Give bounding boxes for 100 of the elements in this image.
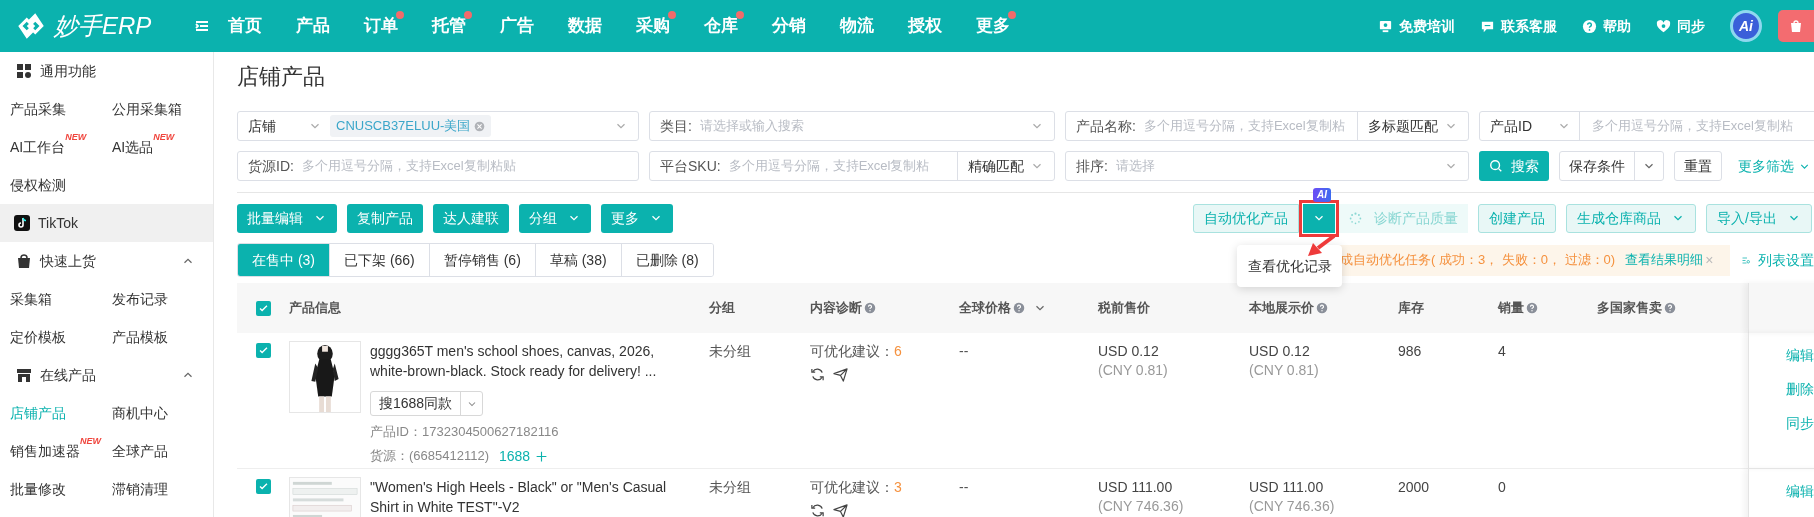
filter-field[interactable]: 产品ID 多个用逗号分隔，支持Excel复制粘 <box>1479 111 1814 141</box>
sidebar-item[interactable]: 侵权检测 <box>10 174 66 196</box>
nav-item[interactable]: 物流 <box>840 13 874 39</box>
toolbar-button[interactable]: 达人建联 <box>433 203 509 233</box>
filter-field[interactable]: 排序: 请选择 <box>1065 151 1469 181</box>
nav-item[interactable]: 首页 <box>228 13 262 39</box>
match-mode-select[interactable]: 多标题匹配 <box>1357 112 1468 140</box>
sidebar-item[interactable]: 产品采集 <box>10 98 66 120</box>
section-title: 通用功能 <box>40 61 96 81</box>
filter-field[interactable]: 平台SKU: 多个用逗号分隔，支持Excel复制粘 精确匹配 <box>649 151 1055 181</box>
action-link[interactable]: 删除 <box>1786 379 1814 400</box>
text-input[interactable]: 请选择 <box>1115 156 1444 176</box>
sidebar-item[interactable]: AI工作台 <box>10 136 66 158</box>
nav-item[interactable]: 订单 <box>364 13 398 39</box>
nav-item[interactable]: 数据 <box>568 13 602 39</box>
grid-icon <box>16 63 32 79</box>
send-icon[interactable] <box>833 367 848 382</box>
platform-item[interactable]: TikTok <box>0 204 213 242</box>
header-link[interactable]: 帮助 <box>1582 15 1631 37</box>
action-link[interactable]: 编辑 <box>1786 345 1814 366</box>
send-icon[interactable] <box>833 503 848 517</box>
nav-item[interactable]: 采购 <box>636 13 670 39</box>
header-link[interactable]: 免费培训 <box>1378 15 1455 37</box>
sidebar-item[interactable]: 销售加速器 <box>10 440 80 462</box>
sidebar-item[interactable]: AI选品 <box>112 136 154 158</box>
store-tag[interactable]: CNUSCB37ELUU-美国 <box>330 115 492 137</box>
status-tab[interactable]: 在售中 (3) <box>238 244 330 276</box>
text-input[interactable]: 多个用逗号分隔，支持Excel复制粘 <box>728 156 957 176</box>
nav-item[interactable]: 托管 <box>432 13 466 39</box>
help-icon[interactable] <box>1664 302 1676 314</box>
sidebar-item[interactable]: 采集箱 <box>10 288 52 310</box>
field-label: 产品名称: <box>1075 116 1137 136</box>
nav-item[interactable]: 广告 <box>500 13 534 39</box>
action-link[interactable]: 同步 <box>1786 413 1814 434</box>
refresh-icon[interactable] <box>810 503 825 517</box>
text-input[interactable]: 多个用逗号分隔，支持Excel复制粘 <box>1580 116 1814 136</box>
auto-optimize-button[interactable]: 自动优化产品 <box>1193 203 1300 233</box>
nav-item[interactable]: 更多 <box>976 13 1010 39</box>
view-results-link[interactable]: 查看结果明细 <box>1625 250 1704 270</box>
toolbar-button[interactable]: 复制产品 <box>347 203 423 233</box>
column-header: 全球价格 <box>959 299 1011 318</box>
list-settings-link[interactable]: 列表设置 <box>1742 249 1814 271</box>
source-link[interactable]: 1688 <box>499 445 549 467</box>
help-icon[interactable] <box>864 302 876 314</box>
text-input[interactable]: 请选择或输入搜索 <box>699 116 1030 136</box>
sidebar-item[interactable]: 产品模板 <box>112 326 168 348</box>
menu-item[interactable]: 查看优化记录 <box>1247 255 1332 277</box>
sidebar-item[interactable]: 店铺产品 <box>10 402 66 424</box>
sidebar-item[interactable]: 批量修改 <box>10 478 66 500</box>
shop-button[interactable] <box>1778 10 1814 42</box>
help-icon[interactable] <box>1526 302 1538 314</box>
toolbar-button[interactable]: 分组 <box>519 203 591 233</box>
column-header: 本地展示价 <box>1249 299 1314 318</box>
checkbox[interactable] <box>256 479 271 494</box>
close-button[interactable]: × <box>1705 249 1714 271</box>
header-link[interactable]: 同步 <box>1656 15 1705 37</box>
ai-button[interactable]: Ai <box>1730 10 1762 42</box>
more-filters-link[interactable]: 更多筛选 <box>1738 151 1811 181</box>
check-icon <box>258 302 269 314</box>
help-icon[interactable] <box>1316 302 1328 314</box>
nav-item[interactable]: 授权 <box>908 13 942 39</box>
header-link[interactable]: 联系客服 <box>1480 15 1557 37</box>
store-select[interactable]: 店铺 <box>238 115 330 137</box>
id-type-select[interactable]: 产品ID <box>1480 112 1580 140</box>
clear-icon[interactable] <box>474 120 486 132</box>
match-mode-select[interactable]: 精确匹配 <box>957 152 1054 180</box>
diagnose-button[interactable]: 诊断产品质量 <box>1339 203 1469 233</box>
product-title: "Women's High Heels - Black" or "Men's Casual Shirt in White TEST"-V2 <box>370 478 668 517</box>
refresh-icon[interactable] <box>810 367 825 382</box>
nav-item[interactable]: 分销 <box>772 13 806 39</box>
filter-field[interactable]: 店铺 CNUSCB37ELUU-美国 <box>237 111 639 141</box>
checkbox[interactable] <box>256 300 271 316</box>
toolbar-button[interactable]: 生成仓库商品 <box>1566 203 1697 233</box>
sidebar-item[interactable]: 定价模板 <box>10 326 66 348</box>
help-icon[interactable] <box>1013 302 1025 314</box>
nav-item[interactable]: 仓库 <box>704 13 738 39</box>
menu-icon[interactable] <box>194 18 210 34</box>
sidebar-item[interactable]: 公用采集箱 <box>112 98 182 120</box>
toolbar-button[interactable]: 导入/导出 <box>1706 203 1812 233</box>
text-input[interactable]: 多个用逗号分隔，支持Excel复制粘 <box>1143 116 1357 136</box>
reset-button[interactable]: 重置 <box>1674 151 1722 181</box>
toolbar-button[interactable]: 创建产品 <box>1478 203 1557 233</box>
toolbar-button[interactable]: 更多 <box>601 203 673 233</box>
sidebar-item[interactable]: 全球产品 <box>112 440 168 462</box>
sidebar-item[interactable]: 商机中心 <box>112 402 168 424</box>
toolbar-button[interactable]: 批量编辑 <box>237 203 337 233</box>
search-button[interactable]: 搜索 <box>1479 151 1549 181</box>
filter-field[interactable]: 类目: 请选择或输入搜索 <box>649 111 1055 141</box>
checkbox[interactable] <box>256 343 271 358</box>
column-header: 库存 <box>1398 299 1424 318</box>
text-input[interactable]: 多个用逗号分隔，支持Excel复制粘贴 <box>301 156 638 176</box>
nav-item[interactable]: 产品 <box>296 13 330 39</box>
filter-field[interactable]: 产品名称: 多个用逗号分隔，支持Excel复制粘 多标题匹配 <box>1065 111 1469 141</box>
stock-value: 2000 <box>1398 478 1431 497</box>
sidebar-item[interactable]: 发布记录 <box>112 288 168 310</box>
filter-field[interactable]: 货源ID: 多个用逗号分隔，支持Excel复制粘贴 <box>237 151 639 181</box>
sidebar-item[interactable]: 滞销清理 <box>112 478 168 500</box>
logo-text: 妙手ERP <box>54 11 152 41</box>
action-link[interactable]: 编辑 <box>1786 481 1814 502</box>
heart-icon <box>1656 18 1671 34</box>
